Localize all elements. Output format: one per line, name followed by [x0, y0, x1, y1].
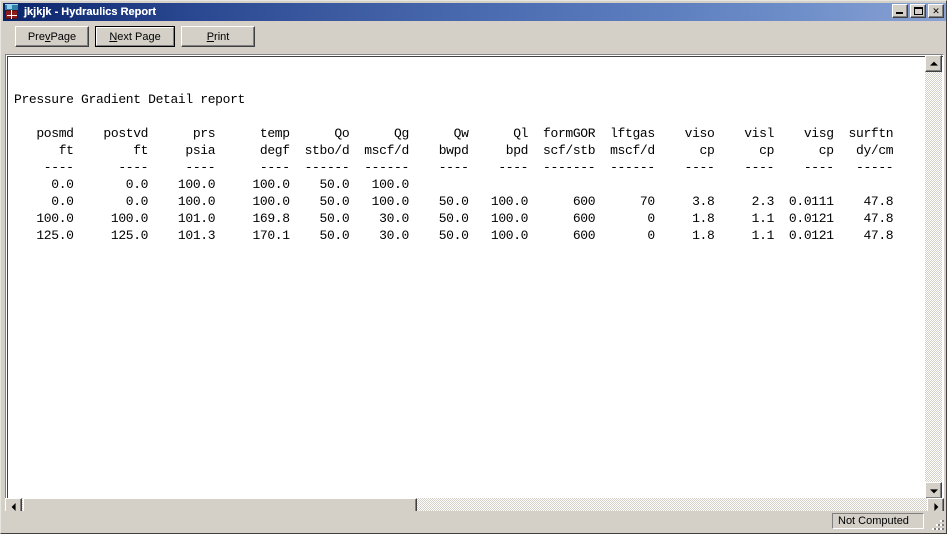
- maximize-button[interactable]: [910, 4, 926, 18]
- next-page-button[interactable]: Next Page: [95, 26, 175, 47]
- chevron-right-icon: [933, 502, 938, 511]
- title-bar[interactable]: jkjkjk - Hydraulics Report ✕: [3, 3, 946, 21]
- scroll-down-button[interactable]: [925, 482, 942, 499]
- print-accel: P: [206, 30, 215, 43]
- window-title: jkjkjk - Hydraulics Report: [24, 6, 157, 18]
- prev-page-label-pre: Pre: [27, 30, 45, 43]
- toolbar: Pre v Page Next Page Print: [3, 22, 946, 51]
- scroll-up-button[interactable]: [925, 55, 942, 72]
- prev-page-button[interactable]: Pre v Page: [15, 26, 89, 47]
- vertical-scrollbar[interactable]: [925, 55, 942, 499]
- minimize-button[interactable]: [892, 4, 908, 18]
- minimize-icon: [896, 12, 903, 14]
- hydraulics-app-icon: [4, 4, 20, 20]
- close-icon: ✕: [932, 5, 940, 16]
- next-page-label-post: ext Page: [117, 30, 161, 43]
- chevron-up-icon: [929, 61, 938, 66]
- report-client-area: Pressure Gradient Detail report posmd po…: [5, 54, 944, 500]
- report-text: Pressure Gradient Detail report posmd po…: [14, 92, 894, 243]
- maximize-icon: [914, 7, 923, 15]
- prev-page-label-post: Page: [50, 30, 77, 43]
- report-scroll-viewport[interactable]: Pressure Gradient Detail report posmd po…: [7, 56, 943, 499]
- print-label-post: rint: [214, 30, 230, 43]
- next-page-accel: N: [109, 30, 118, 43]
- close-button[interactable]: ✕: [928, 4, 944, 18]
- chevron-left-icon: [11, 502, 16, 511]
- window-controls: ✕: [892, 4, 944, 18]
- vertical-scroll-track[interactable]: [925, 72, 942, 482]
- print-button[interactable]: Print: [181, 26, 255, 47]
- status-bar: Not Computed: [3, 511, 946, 531]
- resize-grip[interactable]: [930, 516, 944, 530]
- report-window: jkjkjk - Hydraulics Report ✕ Pre v Page N…: [0, 0, 947, 534]
- status-badge: Not Computed: [832, 513, 924, 529]
- chevron-down-icon: [929, 488, 938, 493]
